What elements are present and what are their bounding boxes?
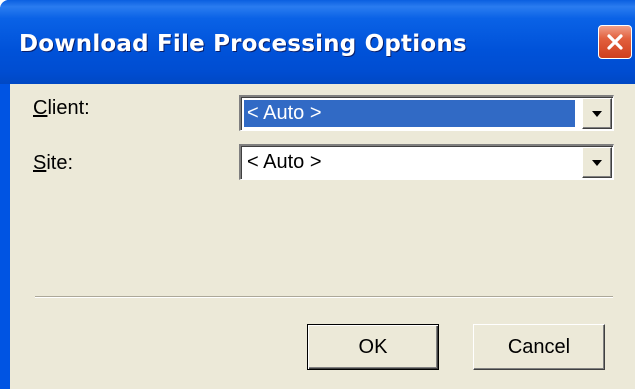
title-bar[interactable]: Download File Processing Options: [0, 0, 635, 84]
client-combobox-value: < Auto >: [244, 100, 575, 127]
site-label: Site:: [33, 152, 73, 175]
chevron-down-icon: [592, 110, 602, 117]
close-icon: [607, 34, 623, 50]
site-label-text: ite:: [46, 152, 74, 174]
cancel-button[interactable]: Cancel: [473, 324, 605, 370]
site-dropdown-button[interactable]: [582, 147, 612, 178]
client-label-text: lient:: [47, 97, 90, 119]
client-combobox[interactable]: < Auto >: [239, 95, 614, 131]
separator: [35, 296, 613, 298]
client-dropdown-button[interactable]: [582, 98, 612, 129]
window-title: Download File Processing Options: [19, 31, 467, 57]
site-combobox-value: < Auto >: [247, 151, 322, 173]
ok-button[interactable]: OK: [307, 324, 439, 370]
site-label-access-key: S: [33, 152, 47, 174]
ok-button-label: OK: [358, 335, 388, 358]
client-label-access-key: C: [33, 97, 48, 119]
chevron-down-icon: [592, 159, 602, 166]
client-label: Client:: [33, 97, 90, 120]
site-combobox[interactable]: < Auto >: [239, 144, 614, 180]
close-button[interactable]: [598, 25, 632, 59]
dialog-window: Download File Processing Options Client:…: [0, 0, 635, 389]
dialog-body: Client: < Auto > Site: < Auto > OK Cance…: [10, 84, 635, 389]
cancel-button-label: Cancel: [507, 335, 571, 358]
